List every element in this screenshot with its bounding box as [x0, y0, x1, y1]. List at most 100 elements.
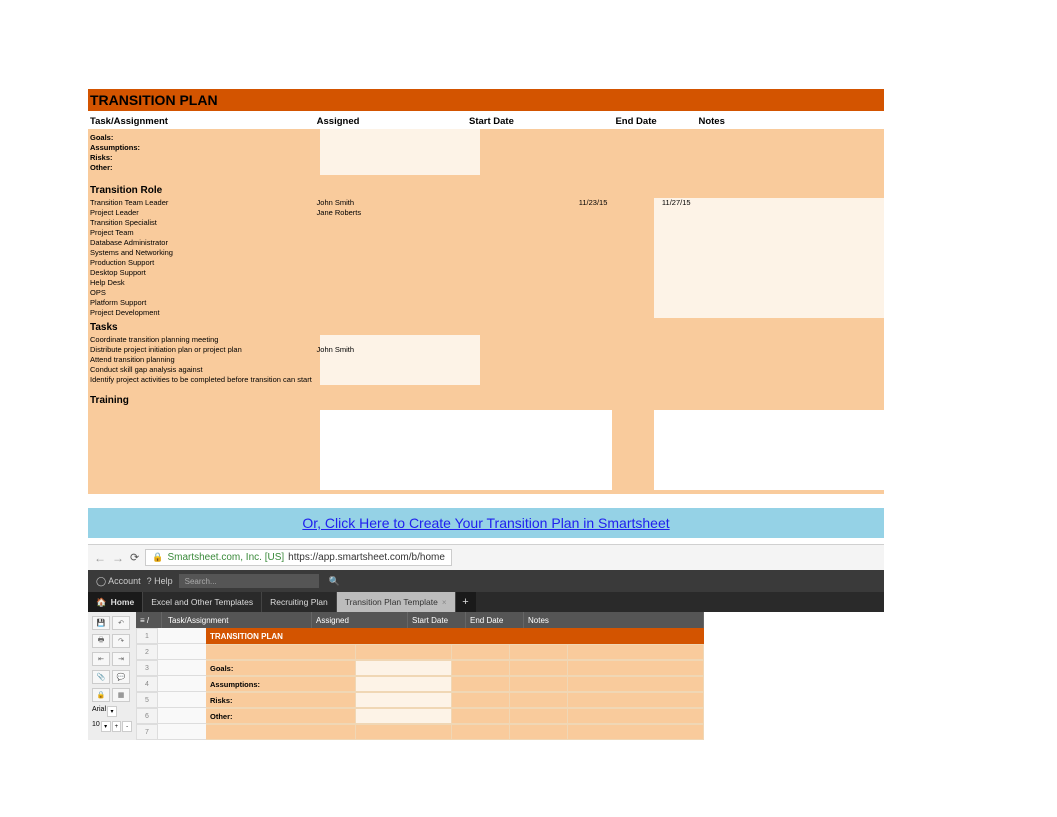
role-name: Platform Support: [88, 298, 313, 308]
cell-task[interactable]: [206, 644, 356, 660]
cell-assigned[interactable]: [356, 660, 452, 676]
cell-task[interactable]: Assumptions:: [206, 676, 356, 692]
font-selector[interactable]: Arial▾: [92, 706, 132, 717]
cell-end[interactable]: [510, 692, 568, 708]
cell-notes[interactable]: [568, 724, 704, 740]
sheet-row[interactable]: 7: [136, 724, 704, 740]
cell-end[interactable]: [510, 708, 568, 724]
cell-start[interactable]: [452, 644, 510, 660]
cta-link[interactable]: Or, Click Here to Create Your Transition…: [302, 515, 669, 531]
tab-home-label: Home: [111, 597, 135, 607]
role-notes: [699, 278, 884, 288]
sheet-row[interactable]: 3 Goals:: [136, 660, 704, 676]
sheet-row[interactable]: 4 Assumptions:: [136, 676, 704, 692]
cell-notes[interactable]: [568, 692, 704, 708]
tab-home[interactable]: 🏠 Home: [88, 592, 143, 612]
browser-address-bar: ← → ⟳ 🔒 Smartsheet.com, Inc. [US] https:…: [88, 545, 884, 570]
sheet-row[interactable]: 1 TRANSITION PLAN: [136, 628, 704, 644]
help-link[interactable]: ? Help: [147, 576, 173, 586]
tool-grid-icon[interactable]: ▦: [112, 688, 130, 702]
search-icon[interactable]: 🔍: [329, 576, 340, 587]
cell-assigned[interactable]: [356, 692, 452, 708]
col-assigned[interactable]: Assigned: [312, 612, 408, 628]
cell-end[interactable]: [510, 660, 568, 676]
cell-task[interactable]: Other:: [206, 708, 356, 724]
tool-redo-icon[interactable]: ↷: [112, 634, 130, 648]
cell-assigned[interactable]: [356, 708, 452, 724]
row-number[interactable]: 4: [136, 676, 158, 692]
cell-start[interactable]: [452, 660, 510, 676]
role-assigned: [313, 308, 469, 318]
minus-icon[interactable]: -: [122, 721, 132, 732]
row-number[interactable]: 2: [136, 644, 158, 660]
sheet-row[interactable]: 2: [136, 644, 704, 660]
cell-task[interactable]: Goals:: [206, 660, 356, 676]
font-size-selector[interactable]: 10▾+-: [92, 721, 132, 732]
tool-undo-icon[interactable]: ↶: [112, 616, 130, 630]
cell-assigned[interactable]: [356, 628, 452, 644]
tool-indent-in-icon[interactable]: ⇥: [112, 652, 130, 666]
cell-task[interactable]: Risks:: [206, 692, 356, 708]
tool-lock-icon[interactable]: 🔒: [92, 688, 110, 702]
col-notes[interactable]: Notes: [524, 612, 704, 628]
cell-start[interactable]: [452, 692, 510, 708]
forward-icon[interactable]: →: [112, 551, 124, 565]
cell-task[interactable]: [206, 724, 356, 740]
tool-save-icon[interactable]: 💾: [92, 616, 110, 630]
tab-transition-plan[interactable]: Transition Plan Template ×: [337, 592, 456, 612]
cell-task[interactable]: TRANSITION PLAN: [206, 628, 356, 644]
cell-end[interactable]: [510, 628, 568, 644]
reload-icon[interactable]: ⟳: [130, 551, 139, 564]
row-number[interactable]: 1: [136, 628, 158, 644]
tool-print-icon[interactable]: 🖶: [92, 634, 110, 648]
back-icon[interactable]: ←: [94, 551, 106, 565]
row-number[interactable]: 3: [136, 660, 158, 676]
url-box[interactable]: 🔒 Smartsheet.com, Inc. [US] https://app.…: [145, 549, 452, 566]
search-input[interactable]: Search...: [179, 574, 319, 588]
cell-start[interactable]: [452, 628, 510, 644]
training-gap: [612, 410, 654, 490]
row-number[interactable]: 5: [136, 692, 158, 708]
cell-assigned[interactable]: [356, 644, 452, 660]
chevron-down-icon[interactable]: ▾: [107, 706, 117, 717]
cell-assigned[interactable]: [356, 676, 452, 692]
col-task[interactable]: Task/Assignment: [162, 612, 312, 628]
sheet-row[interactable]: 6 Other:: [136, 708, 704, 724]
col-start[interactable]: Start Date: [408, 612, 466, 628]
role-assigned: Jane Roberts: [313, 208, 469, 218]
row-number[interactable]: 7: [136, 724, 158, 740]
chevron-down-icon[interactable]: ▾: [101, 721, 111, 732]
role-name: Database Administrator: [88, 238, 313, 248]
plus-icon[interactable]: +: [112, 721, 122, 732]
cell-notes[interactable]: [568, 660, 704, 676]
role-end: [615, 208, 698, 218]
cell-end[interactable]: [510, 644, 568, 660]
add-tab-button[interactable]: +: [456, 592, 476, 612]
sheet-row[interactable]: 5 Risks:: [136, 692, 704, 708]
tool-attach-icon[interactable]: 📎: [92, 670, 110, 684]
col-end[interactable]: End Date: [466, 612, 524, 628]
close-icon[interactable]: ×: [442, 598, 447, 607]
cell-notes[interactable]: [568, 628, 704, 644]
cell-start[interactable]: [452, 708, 510, 724]
cell-end[interactable]: [510, 676, 568, 692]
cell-notes[interactable]: [568, 644, 704, 660]
tool-comment-icon[interactable]: 💬: [112, 670, 130, 684]
tab-excel[interactable]: Excel and Other Templates: [143, 592, 262, 612]
cell-start[interactable]: [452, 724, 510, 740]
role-start: 11/23/15: [469, 198, 616, 208]
account-link[interactable]: ◯ Account: [96, 576, 141, 587]
role-end: 11/27/15: [615, 198, 698, 208]
cell-notes[interactable]: [568, 708, 704, 724]
cell-end[interactable]: [510, 724, 568, 740]
cell-start[interactable]: [452, 676, 510, 692]
row-number[interactable]: 6: [136, 708, 158, 724]
cell-assigned[interactable]: [356, 724, 452, 740]
app-top-bar: ◯ Account ? Help Search... 🔍: [88, 570, 884, 592]
tool-indent-out-icon[interactable]: ⇤: [92, 652, 110, 666]
role-start: [469, 288, 616, 298]
role-assigned: [313, 218, 469, 228]
cell-notes[interactable]: [568, 676, 704, 692]
role-name: Project Development: [88, 308, 313, 318]
tab-recruiting[interactable]: Recruiting Plan: [262, 592, 337, 612]
